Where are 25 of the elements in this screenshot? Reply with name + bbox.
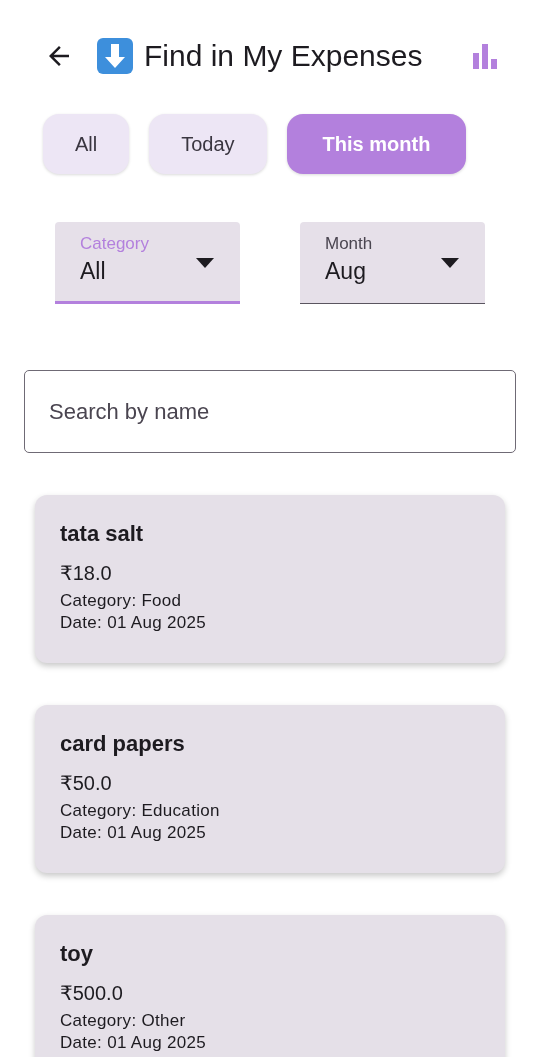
expense-category: Category: Education (60, 801, 220, 821)
field-label: Category (80, 234, 149, 254)
expense-category: Category: Other (60, 1011, 186, 1031)
field-value: Aug (325, 258, 366, 285)
field-label: Month (325, 234, 373, 254)
expense-date: Date: 01 Aug 2025 (60, 613, 206, 633)
expense-amount: ₹18.0 (60, 561, 112, 585)
expense-name: card papers (60, 731, 185, 757)
dropdown-field[interactable]: Month Aug (300, 222, 485, 304)
expense-date: Date: 01 Aug 2025 (60, 823, 206, 843)
expense-amount: ₹50.0 (60, 771, 112, 795)
caret-icon (441, 258, 459, 268)
caret-icon (196, 258, 214, 268)
search-field[interactable]: Search by name (24, 370, 516, 453)
filter-chip[interactable]: All (43, 114, 130, 174)
dropdown-field[interactable]: Category All (55, 222, 240, 304)
filter-chip[interactable]: Today (149, 114, 267, 174)
expense-category: Category: Food (60, 591, 182, 611)
expense-name: toy (60, 941, 93, 967)
page-title: Find in My Expenses (144, 39, 424, 73)
expense-amount: ₹500.0 (60, 981, 123, 1005)
bar-chart-icon[interactable] (470, 41, 500, 71)
expense-date: Date: 01 Aug 2025 (60, 1033, 206, 1053)
expense-name: tata salt (60, 521, 144, 547)
field-value: All (80, 258, 106, 285)
